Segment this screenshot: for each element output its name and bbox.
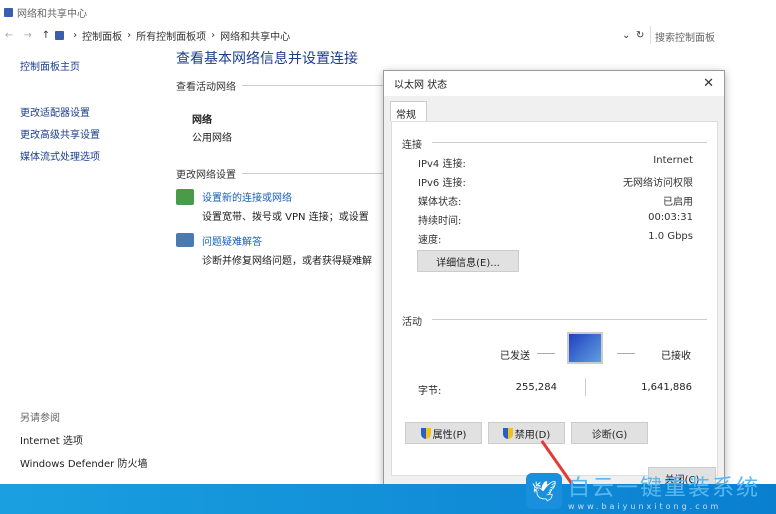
- activity-group-label: 活动: [402, 317, 422, 328]
- shield-icon: [502, 427, 513, 439]
- refresh-icon[interactable]: ↻: [636, 30, 644, 41]
- control-panel-icon: [55, 30, 65, 40]
- sidebar-home[interactable]: 控制面板主页: [20, 58, 100, 73]
- shield-icon: [420, 427, 431, 439]
- see-also: 另请参阅 Internet 选项 Windows Defender 防火墙: [20, 409, 147, 478]
- properties-button[interactable]: 属性(P): [405, 422, 482, 444]
- watermark-url: www.baiyunxitong.com: [568, 502, 722, 511]
- forward-button[interactable]: →: [23, 30, 31, 41]
- watermark: 🕊 白云一键重装系统 www.baiyunxitong.com: [526, 470, 760, 511]
- received-label: 已接收: [661, 351, 691, 362]
- tab-general[interactable]: 常规: [390, 101, 427, 121]
- troubleshoot-link[interactable]: 问题疑难解答: [202, 233, 372, 248]
- ethernet-status-dialog: 以太网 状态 ✕ 常规 连接 IPv4 连接: Internet IPv6 连接: 无…: [383, 70, 725, 494]
- ipv6-row: IPv6 连接: 无网络访问权限: [418, 178, 693, 189]
- speed-row: 速度: 1.0 Gbps: [418, 231, 693, 246]
- back-button[interactable]: ←: [5, 30, 13, 41]
- network-activity-icon: [567, 332, 603, 364]
- troubleshoot-icon: [176, 233, 194, 247]
- dropdown-icon[interactable]: ⌄: [622, 30, 630, 41]
- crumb-all-items[interactable]: 所有控制面板项: [136, 28, 206, 43]
- ipv4-row: IPv4 连接: Internet: [418, 155, 693, 170]
- troubleshoot-desc: 诊断并修复网络问题，或者获得疑难解: [202, 256, 372, 267]
- sidebar-advanced-sharing[interactable]: 更改高级共享设置: [20, 126, 100, 141]
- see-also-title: 另请参阅: [20, 413, 60, 424]
- details-button[interactable]: 详细信息(E)...: [417, 250, 519, 272]
- bytes-label: 字节:: [418, 386, 442, 397]
- sent-label: 已发送: [500, 351, 530, 362]
- sidebar-media-streaming[interactable]: 媒体流式处理选项: [20, 148, 100, 163]
- new-connection-link[interactable]: 设置新的连接或网络: [202, 189, 369, 204]
- new-connection-desc: 设置宽带、拨号或 VPN 连接；或设置: [202, 212, 369, 223]
- duration-row: 持续时间: 00:03:31: [418, 212, 693, 227]
- diagnose-button[interactable]: 诊断(G): [571, 422, 648, 444]
- sidebar: 控制面板主页 更改适配器设置 更改高级共享设置 媒体流式处理选项: [20, 58, 100, 170]
- internet-options-link[interactable]: Internet 选项: [20, 432, 147, 447]
- bytes-sent: 255,284: [515, 382, 557, 393]
- dialog-title-bar: 以太网 状态 ✕: [384, 71, 724, 96]
- disable-button[interactable]: 禁用(D): [488, 422, 565, 444]
- window-title: 网络和共享中心: [17, 8, 87, 20]
- bird-logo-icon: 🕊: [526, 472, 562, 509]
- sidebar-adapter-settings[interactable]: 更改适配器设置: [20, 104, 100, 119]
- connection-group-label: 连接: [402, 140, 422, 151]
- page-title: 查看基本网络信息并设置连接: [176, 51, 358, 67]
- search-input[interactable]: 搜索控制面板: [650, 26, 776, 44]
- watermark-title: 白云一键重装系统: [568, 476, 761, 501]
- new-connection-icon: [176, 189, 194, 205]
- media-state-row: 媒体状态: 已启用: [418, 197, 693, 208]
- general-panel: 连接 IPv4 连接: Internet IPv6 连接: 无网络访问权限 媒体状态…: [391, 121, 718, 476]
- firewall-link[interactable]: Windows Defender 防火墙: [20, 455, 147, 470]
- title-bar: 网络和共享中心: [0, 0, 776, 24]
- dialog-title: 以太网 状态: [394, 80, 448, 91]
- up-button[interactable]: ↑: [42, 30, 50, 41]
- address-bar: ← → ↑ › 控制面板 › 所有控制面板项 › 网络和共享中心 ⌄ ↻ 搜索控制面板: [0, 24, 776, 46]
- close-icon[interactable]: ✕: [703, 76, 714, 91]
- crumb-network-center[interactable]: 网络和共享中心: [220, 28, 290, 43]
- network-center-icon: [4, 7, 13, 17]
- bytes-received: 1,641,886: [641, 382, 692, 393]
- crumb-control-panel[interactable]: 控制面板: [82, 28, 122, 43]
